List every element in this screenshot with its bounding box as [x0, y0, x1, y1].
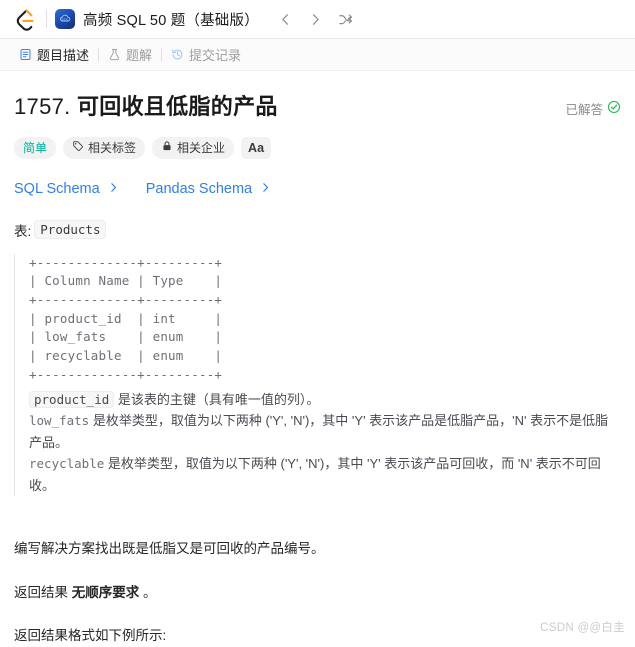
tab-submissions-label: 提交记录 [189, 48, 242, 63]
tab-solutions-label: 题解 [126, 48, 153, 63]
schema-note-code: low_fats [29, 413, 90, 429]
prev-question-button[interactable] [273, 6, 299, 32]
chevron-right-icon [313, 13, 320, 25]
flask-icon [108, 48, 121, 61]
tag-icon [72, 140, 84, 155]
schema-note: recyclable 是枚举类型，取值为以下两种 ('Y', 'N')，其中 '… [29, 453, 621, 496]
schema-note-text: 是该表的主键（具有唯一值的列）。 [114, 391, 320, 407]
body-paragraph-2: 返回结果 无顺序要求 。 [14, 582, 621, 604]
tab-description[interactable]: 题目描述 [10, 45, 98, 64]
table-prefix-label: 表: [14, 223, 32, 239]
schema-links: SQL Schema Pandas Schema [14, 181, 621, 198]
shuffle-icon [339, 13, 353, 24]
tab-submissions[interactable]: 提交记录 [162, 45, 250, 64]
study-plan-cloud-icon: SQL [55, 9, 75, 29]
status-badge-label: 已解答 [565, 103, 603, 117]
body-paragraph-1: 编写解决方案找出既是低脂又是可回收的产品编号。 [14, 541, 325, 557]
body-paragraph-3: 返回结果格式如下例所示: [14, 628, 167, 644]
tab-solutions[interactable]: 题解 [99, 45, 161, 64]
chevron-right-icon [259, 181, 272, 198]
schema-note-text: 是枚举类型，取值为以下两种 ('Y', 'N')，其中 'Y' 表示该产品可回收… [29, 456, 601, 493]
schema-note-code: recyclable [29, 456, 105, 472]
related-tags-button[interactable]: 相关标签 [63, 136, 146, 159]
difficulty-badge[interactable]: 简单 [14, 136, 57, 159]
svg-text:SQL: SQL [61, 18, 68, 22]
tab-description-label: 题目描述 [37, 48, 90, 63]
tab-bar: 题目描述 题解 提交记录 [0, 39, 635, 71]
question-body: 编写解决方案找出既是低脂又是可回收的产品编号。 返回结果 无顺序要求 。 返回结… [14, 538, 621, 647]
body-paragraph-2-prefix: 返回结果 [14, 584, 72, 600]
status-badge: 已解答 [565, 99, 621, 118]
history-icon [171, 48, 184, 61]
chevron-right-icon [107, 181, 120, 198]
lock-icon [161, 140, 173, 155]
table-name-line: 表: Products [14, 220, 621, 240]
question-number: 1757. [14, 94, 71, 119]
sql-schema-link[interactable]: SQL Schema [14, 181, 120, 198]
study-plan-title: 高频 SQL 50 题（基础版） [83, 12, 259, 29]
top-bar: SQL 高频 SQL 50 题（基础版） [0, 0, 635, 39]
font-size-button[interactable]: Aa [241, 136, 272, 159]
related-companies-button[interactable]: 相关企业 [152, 136, 235, 159]
title-row: 1757. 可回收且低脂的产品 已解答 [14, 93, 621, 122]
sql-schema-label: SQL Schema [14, 181, 100, 198]
page-title: 1757. 可回收且低脂的产品 [14, 93, 278, 122]
schema-note-code: product_id [29, 390, 115, 408]
schema-blockquote: +-------------+---------+ | Column Name … [14, 253, 621, 497]
schema-note: product_id 是该表的主键（具有唯一值的列）。 [29, 389, 621, 411]
related-companies-label: 相关企业 [177, 141, 226, 156]
next-question-button[interactable] [303, 6, 329, 32]
watermark: CSDN @@白圭 [540, 622, 625, 634]
question-content: 1757. 可回收且低脂的产品 已解答 简单 相关标签 相关企业 Aa SQL … [0, 93, 635, 647]
schema-note: low_fats 是枚举类型，取值为以下两种 ('Y', 'N')，其中 'Y'… [29, 410, 621, 453]
tag-row: 简单 相关标签 相关企业 Aa [14, 136, 621, 159]
shuffle-question-button[interactable] [333, 6, 359, 32]
pandas-schema-label: Pandas Schema [145, 181, 253, 198]
topbar-divider [46, 10, 47, 28]
body-paragraph-2-bold: 无顺序要求 [71, 584, 140, 600]
question-title: 可回收且低脂的产品 [76, 94, 278, 119]
schema-note-text: 是枚举类型，取值为以下两种 ('Y', 'N')，其中 'Y' 表示该产品是低脂… [29, 413, 609, 450]
schema-ascii-table: +-------------+---------+ | Column Name … [29, 254, 223, 382]
chevron-left-icon [282, 13, 289, 25]
leetcode-logo-icon[interactable] [12, 6, 38, 32]
pandas-schema-link[interactable]: Pandas Schema [146, 181, 272, 198]
schema-notes: product_id 是该表的主键（具有唯一值的列）。 low_fats 是枚举… [29, 389, 621, 497]
check-circle-icon [607, 100, 621, 117]
table-name-code: Products [34, 220, 107, 240]
body-paragraph-2-suffix: 。 [139, 584, 157, 600]
description-icon [19, 48, 32, 61]
related-tags-label: 相关标签 [88, 141, 137, 156]
nav-buttons [273, 6, 359, 32]
